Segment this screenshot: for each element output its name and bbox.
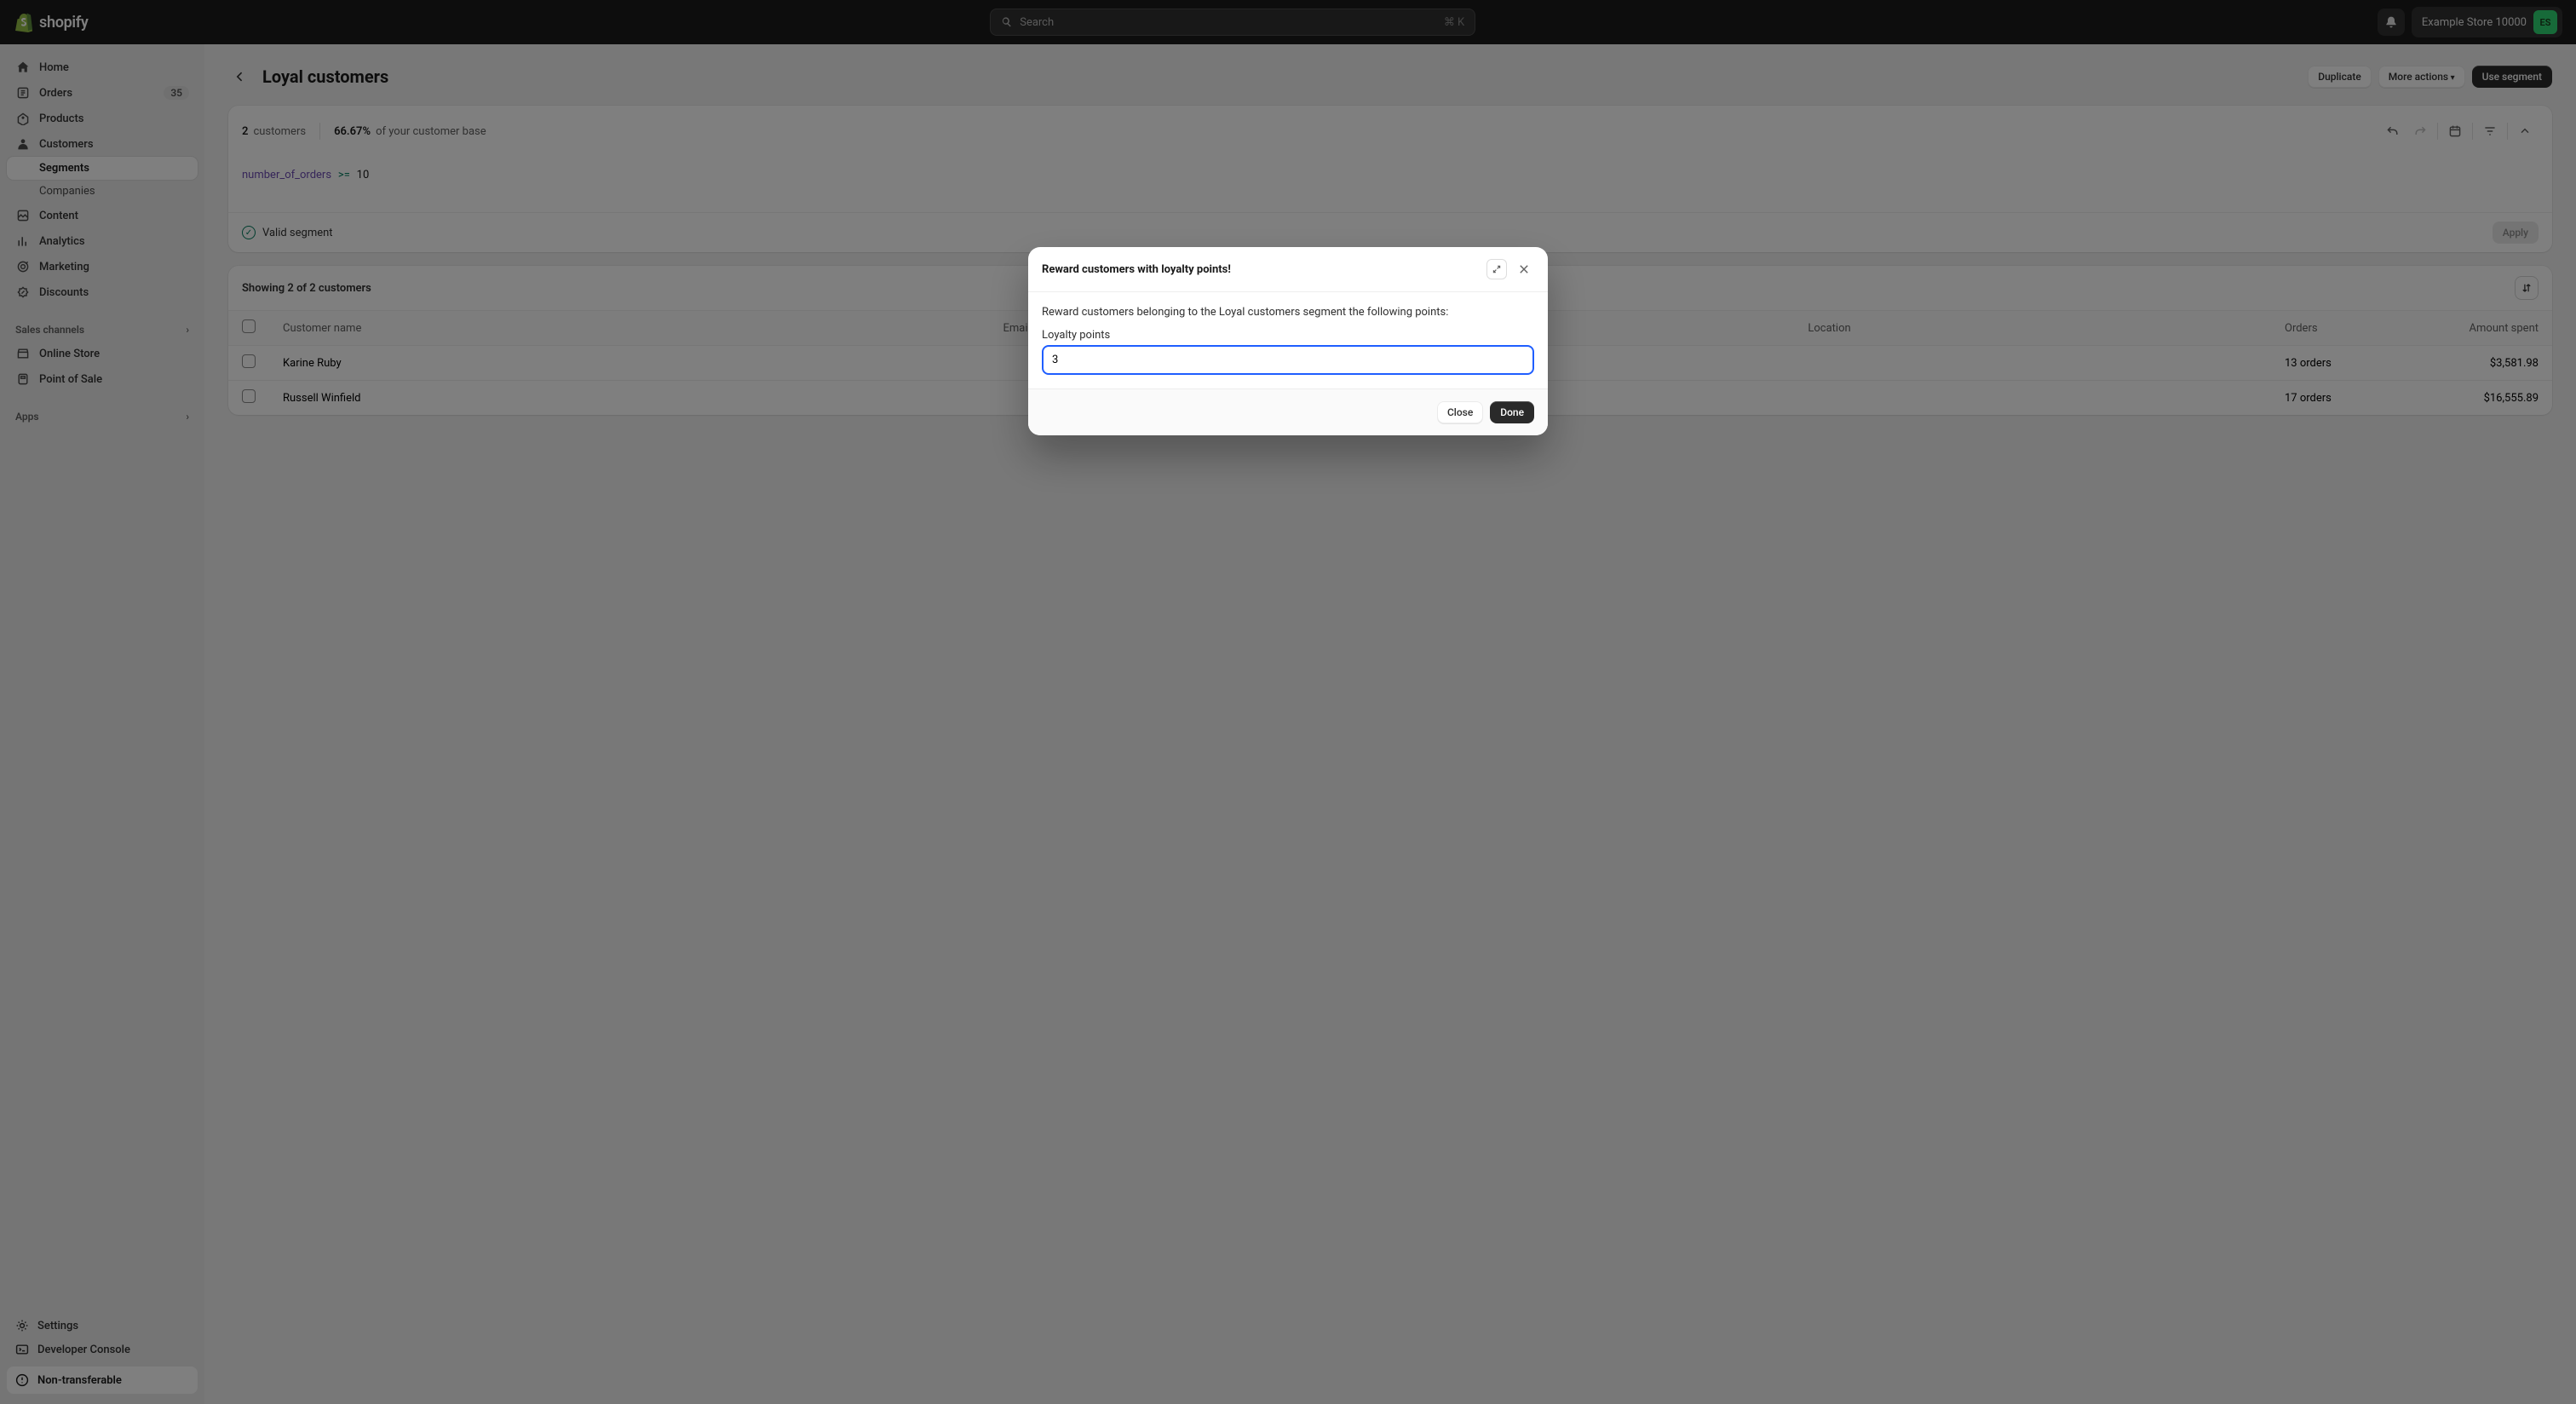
modal-overlay[interactable]: Reward customers with loyalty points! Re… — [0, 0, 2576, 1404]
expand-icon — [1492, 264, 1502, 274]
loyalty-points-input[interactable] — [1042, 345, 1534, 375]
modal-close-action-button[interactable]: Close — [1437, 401, 1483, 423]
loyalty-points-modal: Reward customers with loyalty points! Re… — [1028, 247, 1548, 435]
modal-title: Reward customers with loyalty points! — [1042, 263, 1231, 276]
loyalty-points-label: Loyalty points — [1042, 329, 1534, 342]
modal-description: Reward customers belonging to the Loyal … — [1042, 306, 1534, 319]
expand-button[interactable] — [1486, 259, 1507, 279]
modal-done-button[interactable]: Done — [1490, 401, 1534, 423]
close-icon — [1518, 263, 1530, 275]
modal-close-button[interactable] — [1514, 259, 1534, 279]
